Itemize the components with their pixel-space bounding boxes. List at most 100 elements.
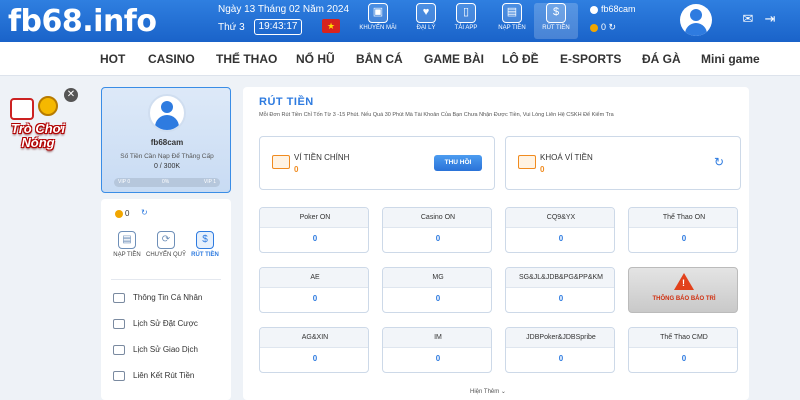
menu-withdraw-link[interactable]: Liên Kết Rút Tiền <box>113 371 194 385</box>
game-wallet-card[interactable]: CQ9&YX 0 <box>505 207 615 253</box>
vip-current: VIP 0 <box>118 179 131 185</box>
withdraw-notice: Mỗi Đơn Rút Tiền Chỉ Tốn Từ 3 -15 Phút. … <box>259 112 614 118</box>
dice-icon <box>10 98 34 120</box>
maintenance-text: THÔNG BÁO BẢO TRÌ <box>652 296 716 302</box>
main-wallet-value: 0 <box>294 165 299 174</box>
game-wallet-card[interactable]: Poker ON 0 <box>259 207 369 253</box>
menu-bet-history-label: Lịch Sử Đặt Cược <box>133 319 198 329</box>
game-wallet-card[interactable]: AG&XIN 0 <box>259 327 369 373</box>
vip-next: VIP 1 <box>203 179 216 185</box>
profile-username: fb68cam <box>150 138 184 147</box>
game-wallet-card[interactable]: MG 0 <box>382 267 492 313</box>
game-wallet-card[interactable]: AE 0 <box>259 267 369 313</box>
nav-download-app-label: TẢI APP <box>454 25 478 31</box>
game-wallet-value: 0 <box>312 354 318 363</box>
show-more-link[interactable]: Hiện Thêm ⌄ <box>470 388 506 395</box>
locked-wallet-value: 0 <box>540 165 545 174</box>
profile-avatar[interactable] <box>148 94 186 132</box>
close-icon[interactable]: ✕ <box>64 88 78 102</box>
sidebar-balance: 0 <box>115 209 129 218</box>
transfer-action[interactable]: ⟳ CHUYỂN QUỸ <box>146 231 186 259</box>
account-sidebar: 0 ↻ ▤ NẠP TIỀN ⟳ CHUYỂN QUỸ $ RÚT TIỀN T… <box>101 199 231 400</box>
nav-fishing[interactable]: BẮN CÁ <box>356 52 403 66</box>
refresh-icon[interactable]: ↻ <box>712 155 726 169</box>
sidebar-balance-value: 0 <box>125 209 130 218</box>
menu-transaction-history[interactable]: Lịch Sử Giao Dịch <box>113 345 198 359</box>
warning-icon-mark: ! <box>682 278 685 288</box>
nav-card-games[interactable]: GAME BÀI <box>424 52 484 66</box>
show-more-label: Hiện Thêm <box>470 389 500 395</box>
nav-cockfight[interactable]: ĐÁ GÀ <box>642 52 681 66</box>
id-card-icon <box>113 293 125 303</box>
moneybag-icon: $ <box>546 3 566 23</box>
refresh-icon[interactable]: ↻ <box>609 22 617 32</box>
refresh-icon[interactable]: ↻ <box>141 208 148 217</box>
wallet-icon: ▤ <box>118 231 136 249</box>
nav-download-app[interactable]: ▯ TẢI APP <box>444 3 488 39</box>
nav-deposit-label: NẠP TIỀN <box>498 25 526 31</box>
menu-withdraw-link-label: Liên Kết Rút Tiền <box>133 371 195 381</box>
vip-progress-bar: VIP 0 0% VIP 1 <box>114 178 220 187</box>
recall-button[interactable]: THU HỒI <box>434 155 482 171</box>
game-wallet-value: 0 <box>312 294 318 303</box>
user-mini-icon <box>590 5 598 14</box>
nav-esports[interactable]: E-SPORTS <box>560 52 621 66</box>
nav-withdraw[interactable]: $ RÚT TIỀN <box>534 3 578 39</box>
game-wallet-name: MG <box>383 268 491 288</box>
gift-icon: ▣ <box>368 3 388 23</box>
logout-icon[interactable]: ⇥ <box>762 12 778 26</box>
deposit-action-label: NẠP TIỀN <box>113 252 141 258</box>
locked-wallet-card: KHOÁ VÍ TIỀN 0 ↻ <box>505 136 741 190</box>
wallet-icon: ▤ <box>502 3 522 23</box>
menu-bet-history[interactable]: Lịch Sử Đặt Cược <box>113 319 198 333</box>
transfer-action-label: CHUYỂN QUỸ <box>146 252 187 258</box>
deposit-action[interactable]: ▤ NẠP TIỀN <box>107 231 147 259</box>
site-logo[interactable]: fb68.info <box>8 4 157 39</box>
clock: 19:43:17 <box>254 19 302 35</box>
nav-hot[interactable]: HOT <box>100 52 125 66</box>
profile-card: fb68cam Số Tiền Cần Nạp Để Thăng Cấp 0 /… <box>101 87 231 193</box>
chevron-down-icon: ⌄ <box>500 389 506 395</box>
game-wallet-value: 0 <box>681 354 687 363</box>
game-wallet-value: 0 <box>681 234 687 243</box>
header-balance-value: 0 <box>601 22 607 32</box>
game-wallet-card[interactable]: Thể Thao CMD 0 <box>628 327 738 373</box>
game-wallet-name: Poker ON <box>260 208 368 228</box>
game-wallet-name: CQ9&YX <box>506 208 614 228</box>
game-wallet-card[interactable]: JDBPoker&JDBSpribe 0 <box>505 327 615 373</box>
game-wallet-name: AG&XIN <box>260 328 368 348</box>
game-wallet-name: Casino ON <box>383 208 491 228</box>
page-title: RÚT TIỀN <box>259 96 314 108</box>
nav-lottery[interactable]: LÔ ĐỀ <box>502 52 539 66</box>
nav-sports[interactable]: THỂ THAO <box>216 52 277 66</box>
nav-deposit[interactable]: ▤ NẠP TIỀN <box>490 3 534 39</box>
menu-profile-info[interactable]: Thông Tin Cá Nhân <box>113 293 202 307</box>
game-wallet-card[interactable]: Casino ON 0 <box>382 207 492 253</box>
coin-icon <box>590 23 598 32</box>
bank-link-icon <box>113 371 125 381</box>
nav-withdraw-label: RÚT TIỀN <box>542 25 570 31</box>
nav-agent-label: ĐẠI LÝ <box>416 25 436 31</box>
vietnam-flag-icon[interactable]: ★ <box>322 19 340 33</box>
game-wallet-value: 0 <box>312 234 318 243</box>
game-wallet-name: SG&JL&JDB&PG&PP&KM <box>506 268 614 288</box>
top-header: fb68.info Ngày 13 Tháng 02 Năm 2024 Thứ … <box>0 0 800 42</box>
avatar[interactable] <box>680 4 712 36</box>
withdraw-panel: RÚT TIỀN Mỗi Đơn Rút Tiền Chỉ Tốn Từ 3 -… <box>243 87 749 400</box>
withdraw-action[interactable]: $ RÚT TIỀN <box>185 231 225 259</box>
upgrade-progress: 0 / 300K <box>153 163 181 170</box>
hot-games-promo[interactable]: ✕ Trò Chơi Nóng <box>0 88 84 178</box>
nav-casino[interactable]: CASINO <box>148 52 195 66</box>
maintenance-card: ! THÔNG BÁO BẢO TRÌ <box>628 267 738 313</box>
game-wallet-card[interactable]: IM 0 <box>382 327 492 373</box>
nav-slots[interactable]: NỔ HŨ <box>296 52 335 66</box>
game-wallet-card[interactable]: Thể Thao ON 0 <box>628 207 738 253</box>
upgrade-label: Số Tiền Cần Nạp Để Thăng Cấp <box>120 153 214 160</box>
nav-agent[interactable]: ♥ ĐẠI LÝ <box>404 3 448 39</box>
mail-icon[interactable]: ✉ <box>740 12 756 26</box>
nav-promotions[interactable]: ▣ KHUYẾN MÃI <box>356 3 400 39</box>
game-wallet-card[interactable]: SG&JL&JDB&PG&PP&KM 0 <box>505 267 615 313</box>
phone-icon: ▯ <box>456 3 476 23</box>
nav-mini-game[interactable]: Mini game <box>701 52 760 66</box>
withdraw-action-label: RÚT TIỀN <box>191 252 219 258</box>
